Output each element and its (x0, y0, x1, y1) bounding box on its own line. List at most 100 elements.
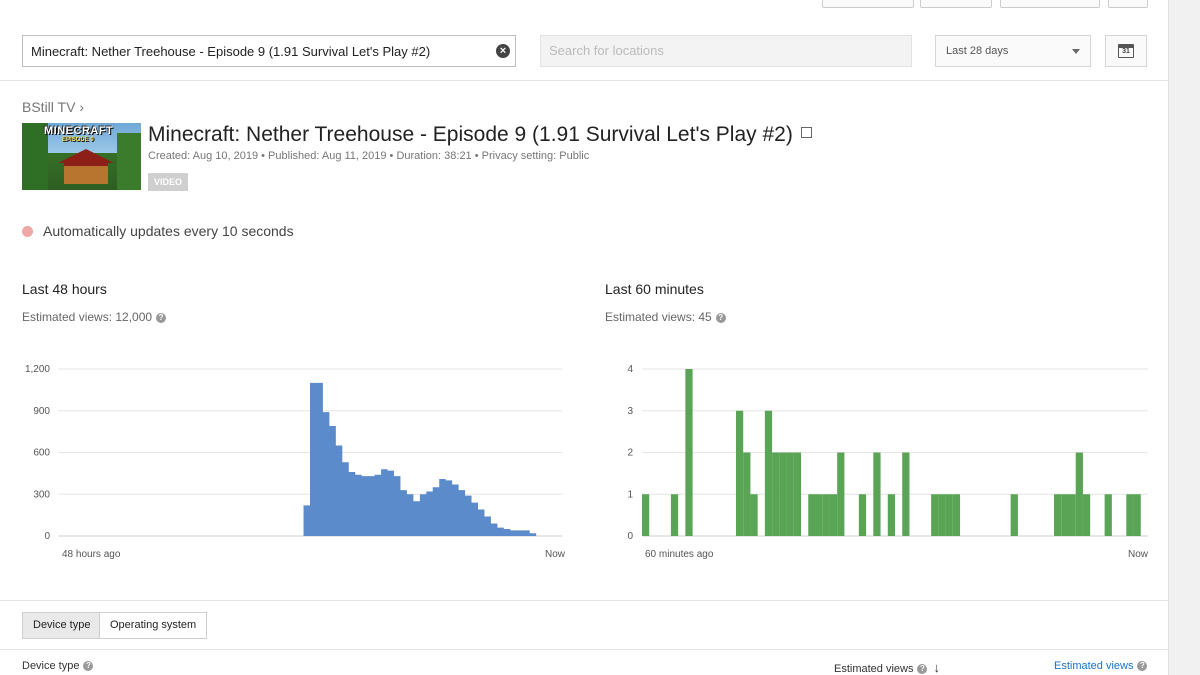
chart-bar[interactable] (400, 490, 406, 536)
chart-bar[interactable] (439, 479, 445, 536)
chart-bar[interactable] (902, 452, 910, 537)
chart-bar[interactable] (772, 452, 780, 537)
chart-bar[interactable] (1075, 452, 1083, 537)
y-tick-label: 0 (44, 531, 50, 542)
chart-bar[interactable] (394, 476, 400, 536)
chart-bar[interactable] (743, 452, 751, 537)
chart-bar[interactable] (887, 494, 895, 536)
chart-bar[interactable] (323, 412, 329, 536)
chart-bar[interactable] (822, 494, 830, 536)
breadcrumb[interactable]: BStill TV › (22, 99, 84, 115)
chart-bar[interactable] (1082, 494, 1091, 536)
tab-device-type[interactable]: Device type (22, 612, 102, 639)
chart-bar[interactable] (815, 494, 823, 536)
close-circle-icon[interactable]: × (496, 44, 510, 58)
chart-bar[interactable] (465, 496, 471, 536)
right-estimated-text: Estimated views: 45 (605, 310, 712, 324)
help-icon[interactable]: ? (917, 664, 928, 674)
top-button-3[interactable] (1000, 0, 1100, 8)
chart-bar[interactable] (452, 485, 458, 536)
chart-bar[interactable] (349, 472, 355, 536)
chart-bar[interactable] (510, 530, 516, 536)
chart-bar[interactable] (938, 494, 946, 536)
calendar-button[interactable]: 31 (1105, 35, 1147, 67)
auto-update-status: Automatically updates every 10 seconds (22, 223, 294, 239)
chart-bar[interactable] (478, 510, 484, 536)
chart-bar[interactable] (1133, 494, 1141, 536)
breadcrumb-channel[interactable]: BStill TV (22, 99, 75, 115)
location-search-field[interactable] (540, 35, 912, 67)
chart-bar[interactable] (420, 494, 426, 536)
chart-bar[interactable] (786, 452, 794, 537)
chart-bar[interactable] (316, 383, 322, 536)
chart-bar[interactable] (530, 533, 536, 536)
help-icon[interactable]: ? (83, 661, 94, 671)
chart-bar[interactable] (329, 426, 335, 536)
chart-bar[interactable] (1126, 494, 1134, 536)
chart-bar[interactable] (491, 523, 497, 536)
top-button-4[interactable] (1108, 0, 1148, 8)
chart-bar[interactable] (336, 446, 342, 536)
chart-bar[interactable] (793, 452, 802, 537)
table-header-estimated-views-link[interactable]: Estimated views? (1054, 660, 1148, 672)
help-icon[interactable]: ? (715, 313, 726, 323)
help-icon[interactable]: ? (156, 313, 167, 323)
chart-bar[interactable] (342, 462, 348, 536)
chart-bar[interactable] (829, 494, 838, 536)
chart-bar[interactable] (1104, 494, 1112, 536)
chart-bar[interactable] (1068, 494, 1076, 536)
sort-arrow-down-icon[interactable]: ↓ (933, 660, 940, 675)
tab-operating-system[interactable]: Operating system (99, 612, 208, 639)
chart-bar[interactable] (837, 452, 845, 537)
table-header-label[interactable]: Estimated views (1054, 660, 1133, 672)
chart-bar[interactable] (472, 503, 478, 536)
chart-bar[interactable] (735, 410, 744, 536)
x-axis-start-label: 48 hours ago (62, 549, 121, 560)
chart-bar[interactable] (459, 490, 465, 536)
chart-bar[interactable] (517, 530, 523, 536)
chart-bar[interactable] (670, 494, 679, 536)
chart-bar[interactable] (685, 369, 693, 536)
chart-bar[interactable] (407, 494, 413, 536)
chart-bar[interactable] (355, 475, 361, 536)
location-search-input[interactable] (541, 36, 897, 64)
chart-bar[interactable] (304, 505, 310, 536)
help-icon[interactable]: ? (1137, 661, 1148, 671)
chart-bar[interactable] (750, 494, 758, 536)
chart-bar[interactable] (310, 383, 316, 536)
chart-bar[interactable] (362, 476, 368, 536)
chart-bar[interactable] (504, 529, 510, 536)
chart-bar[interactable] (945, 494, 953, 536)
chart-bar[interactable] (413, 501, 419, 536)
table-header-estimated-views[interactable]: Estimated views? ↓ (834, 660, 940, 675)
chart-bar[interactable] (858, 494, 867, 536)
chart-bar[interactable] (433, 487, 439, 536)
video-search-value[interactable]: Minecraft: Nether Treehouse - Episode 9 … (31, 44, 430, 59)
video-search-field[interactable]: Minecraft: Nether Treehouse - Episode 9 … (22, 35, 516, 67)
chart-bar[interactable] (808, 494, 816, 536)
chart-bar[interactable] (931, 494, 939, 536)
chart-bar[interactable] (523, 530, 529, 536)
top-button-2[interactable] (920, 0, 992, 8)
chart-bar[interactable] (484, 517, 490, 536)
external-link-icon[interactable] (800, 127, 812, 138)
chart-bar[interactable] (642, 494, 650, 536)
thumbnail-tree (117, 133, 141, 190)
chart-bar[interactable] (446, 480, 452, 536)
chart-bar[interactable] (426, 491, 432, 536)
chart-bar[interactable] (873, 452, 881, 537)
date-range-dropdown[interactable]: Last 28 days (935, 35, 1091, 67)
top-button-1[interactable] (822, 0, 914, 8)
chart-bar[interactable] (764, 410, 773, 536)
chart-bar[interactable] (368, 476, 374, 536)
chart-bar[interactable] (375, 475, 381, 536)
chart-bar[interactable] (497, 528, 503, 536)
video-thumbnail[interactable]: MINECRAFT EPISODE 9 (22, 123, 141, 190)
chart-bar[interactable] (388, 471, 394, 536)
chart-bar[interactable] (381, 469, 387, 536)
chart-bar[interactable] (1054, 494, 1062, 536)
chart-bar[interactable] (779, 452, 787, 537)
chart-bar[interactable] (952, 494, 961, 536)
chart-bar[interactable] (1010, 494, 1018, 536)
chart-bar[interactable] (1061, 494, 1069, 536)
